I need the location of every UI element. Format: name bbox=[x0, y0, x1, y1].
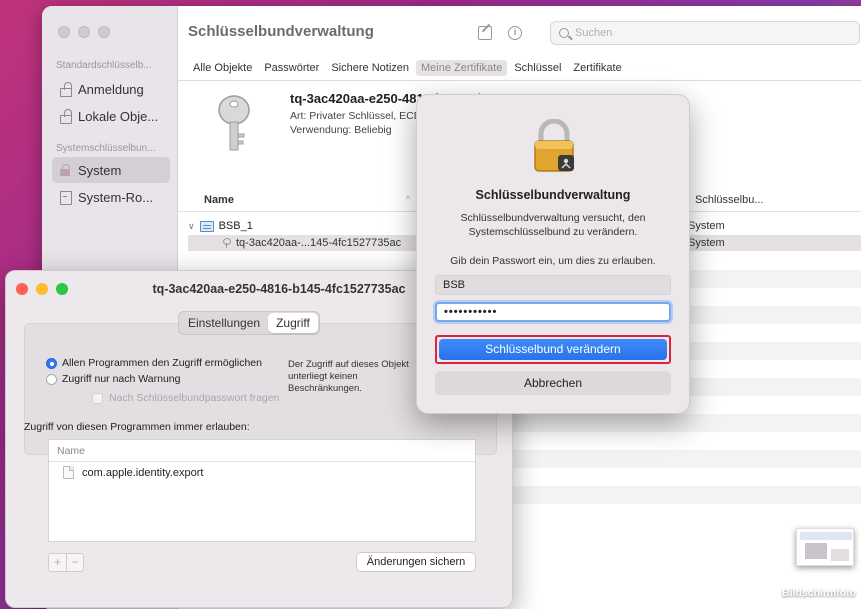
list-item-group[interactable]: ∨ BSB_1 bbox=[188, 218, 253, 234]
info-icon[interactable]: i bbox=[508, 26, 522, 40]
always-allow-label: Zugriff von diesen Programmen immer erla… bbox=[24, 421, 250, 433]
group-name: BSB_1 bbox=[218, 220, 253, 232]
sidebar-item-label: Lokale Obje... bbox=[78, 108, 159, 124]
detail-kind: Art: Privater Schlüssel, ECDSA bbox=[290, 110, 436, 122]
radio-selected-icon[interactable] bbox=[46, 357, 57, 369]
segmented-control: Einstellungen Zugriff bbox=[178, 311, 320, 335]
radio-icon[interactable] bbox=[46, 373, 57, 385]
column-name[interactable]: Name bbox=[204, 194, 234, 206]
zoom-button[interactable] bbox=[98, 26, 110, 38]
sidebar-item-label: System-Ro... bbox=[78, 189, 154, 205]
checkbox-ask-password[interactable]: Nach Schlüsselbundpasswort fragen bbox=[92, 392, 279, 404]
list-item[interactable]: com.apple.identity.export bbox=[49, 462, 475, 479]
password-field[interactable] bbox=[435, 302, 671, 322]
group-keychain: System bbox=[688, 220, 725, 232]
chevron-down-icon[interactable]: ∨ bbox=[188, 221, 195, 232]
auth-title: Schlüsselbundverwaltung bbox=[475, 188, 631, 202]
document-icon bbox=[63, 466, 74, 479]
tab-schluessel[interactable]: Schlüssel bbox=[509, 60, 566, 76]
add-remove-buttons: + − bbox=[48, 553, 84, 572]
radio-label: Zugriff nur nach Warnung bbox=[62, 373, 181, 385]
divider bbox=[178, 80, 861, 81]
screenshot-label[interactable]: Bildschirmfoto bbox=[782, 587, 856, 599]
window-controls-inactive[interactable] bbox=[58, 26, 110, 38]
column-keychain[interactable]: Schlüsselbu... bbox=[688, 194, 768, 206]
screenshot-thumbnail[interactable] bbox=[796, 528, 854, 566]
radio-allow-all[interactable]: Allen Programmen den Zugriff ermöglichen bbox=[46, 357, 262, 369]
sidebar-section-default: Standardschlüsselb... bbox=[56, 60, 152, 71]
close-button[interactable] bbox=[58, 26, 70, 38]
radio-label: Allen Programmen den Zugriff ermöglichen bbox=[62, 357, 262, 369]
add-button[interactable]: + bbox=[49, 554, 66, 571]
cabinet-icon bbox=[58, 190, 72, 205]
tab-sichere-notizen[interactable]: Sichere Notizen bbox=[326, 60, 414, 76]
sidebar-item-lokale-objekte[interactable]: Lokale Obje... bbox=[52, 103, 170, 129]
program-list: Name com.apple.identity.export bbox=[48, 439, 476, 542]
window-title: Schlüsselbundverwaltung bbox=[188, 23, 374, 40]
search-icon bbox=[559, 28, 569, 38]
tab-einstellungen[interactable]: Einstellungen bbox=[180, 313, 268, 333]
auth-dialog: Schlüsselbundverwaltung Schlüsselbundver… bbox=[416, 94, 690, 414]
unlocked-icon bbox=[58, 82, 72, 97]
program-list-header[interactable]: Name bbox=[49, 440, 475, 462]
lock-icon bbox=[534, 119, 574, 172]
key-name: tq-3ac420aa-...145-4fc1527735ac bbox=[236, 237, 402, 249]
remove-button[interactable]: − bbox=[66, 554, 83, 571]
key-keychain: System bbox=[688, 237, 725, 249]
modify-keychain-button-highlight[interactable]: Schlüsselbund verändern bbox=[435, 335, 671, 364]
tab-passwoerter[interactable]: Passwörter bbox=[259, 60, 324, 76]
tab-meine-zertifikate[interactable]: Meine Zertifikate bbox=[416, 60, 508, 76]
sidebar-item-label: System bbox=[78, 162, 122, 178]
radio-warn[interactable]: Zugriff nur nach Warnung bbox=[46, 373, 180, 385]
list-item-key[interactable]: tq-3ac420aa-...145-4fc1527735ac bbox=[222, 237, 401, 249]
save-changes-button[interactable]: Änderungen sichern bbox=[356, 552, 476, 572]
cancel-button[interactable]: Abbrechen bbox=[435, 371, 671, 395]
category-tabs: Alle Objekte Passwörter Sichere Notizen … bbox=[178, 58, 861, 78]
sidebar-section-system: Systemschlüsselbun... bbox=[56, 143, 156, 154]
username-field[interactable] bbox=[435, 275, 671, 295]
minimize-button[interactable] bbox=[78, 26, 90, 38]
locked-icon bbox=[58, 163, 72, 177]
program-name: com.apple.identity.export bbox=[82, 466, 204, 479]
detail-usage: Verwendung: Beliebig bbox=[290, 124, 392, 136]
sort-ascending-icon: ^ bbox=[406, 194, 411, 204]
tab-alle-objekte[interactable]: Alle Objekte bbox=[188, 60, 257, 76]
certificate-icon bbox=[199, 220, 214, 232]
checkbox-label: Nach Schlüsselbundpasswort fragen bbox=[109, 392, 280, 404]
sidebar-item-anmeldung[interactable]: Anmeldung bbox=[52, 76, 170, 102]
compose-icon[interactable] bbox=[478, 26, 492, 40]
sidebar-item-system[interactable]: System bbox=[52, 157, 170, 183]
modify-keychain-button[interactable]: Schlüsselbund verändern bbox=[439, 339, 667, 360]
tab-zertifikate[interactable]: Zertifikate bbox=[568, 60, 626, 76]
checkbox-icon[interactable] bbox=[92, 392, 103, 404]
search-field[interactable] bbox=[550, 21, 860, 45]
auth-message: Schlüsselbundverwaltung versucht, den Sy… bbox=[460, 212, 646, 238]
unlocked-icon bbox=[58, 109, 72, 124]
key-icon bbox=[218, 95, 250, 151]
tab-zugriff[interactable]: Zugriff bbox=[268, 313, 318, 333]
sidebar-item-label: Anmeldung bbox=[78, 81, 144, 97]
sidebar-item-system-roots[interactable]: System-Ro... bbox=[52, 184, 170, 210]
search-input[interactable] bbox=[575, 27, 835, 39]
access-description: Der Zugriff auf dieses Objekt unterliegt… bbox=[288, 359, 409, 394]
key-icon bbox=[222, 238, 231, 248]
auth-hint: Gib dein Passwort ein, um dies zu erlaub… bbox=[450, 255, 656, 267]
